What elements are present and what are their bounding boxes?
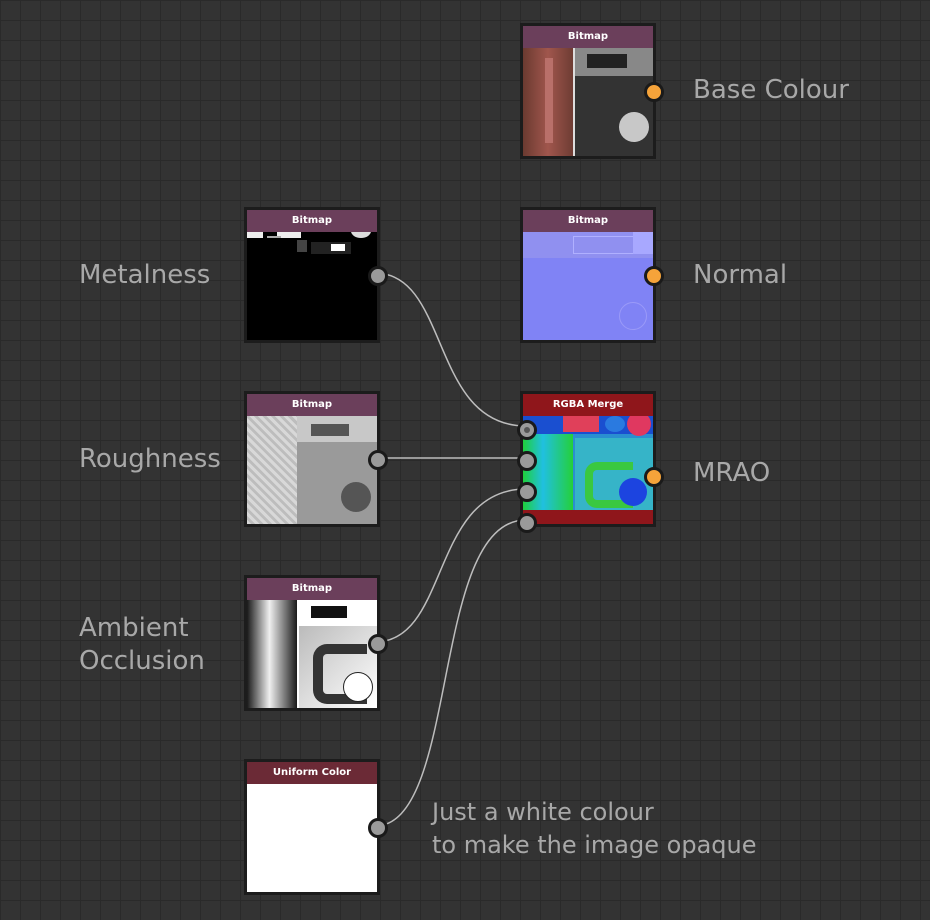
ambient-occlusion-bitmap-node[interactable]: Bitmap bbox=[244, 575, 388, 711]
normal-label: Normal bbox=[693, 260, 788, 290]
metalness-bitmap-node[interactable]: Bitmap bbox=[244, 207, 388, 343]
node-header: Uniform Color bbox=[247, 762, 377, 784]
node-header: Bitmap bbox=[247, 578, 377, 600]
merge-input-red-port[interactable] bbox=[517, 420, 537, 440]
base-colour-thumbnail bbox=[523, 48, 653, 156]
mrao-label: MRAO bbox=[693, 458, 771, 488]
node-header: Bitmap bbox=[523, 210, 653, 232]
merge-input-alpha-port[interactable] bbox=[517, 513, 537, 533]
normal-output-port[interactable] bbox=[644, 266, 664, 286]
wire-ao-to-merge bbox=[374, 488, 527, 643]
ambient-occlusion-output-port[interactable] bbox=[368, 634, 388, 654]
uniform-color-output-port[interactable] bbox=[368, 818, 388, 838]
node-header: Bitmap bbox=[247, 394, 377, 416]
metalness-label: Metalness bbox=[79, 260, 211, 290]
uniform-color-node[interactable]: Uniform Color bbox=[244, 759, 388, 895]
ambient-occlusion-label-line2: Occlusion bbox=[79, 646, 205, 676]
normal-bitmap-node[interactable]: Bitmap bbox=[520, 207, 664, 343]
roughness-bitmap-node[interactable]: Bitmap bbox=[244, 391, 388, 527]
metalness-thumbnail bbox=[247, 232, 377, 340]
note-line2: to make the image opaque bbox=[432, 831, 757, 859]
roughness-label: Roughness bbox=[79, 444, 221, 474]
node-header: RGBA Merge bbox=[523, 394, 653, 416]
node-header: Bitmap bbox=[523, 26, 653, 48]
wire-metalness-to-merge bbox=[374, 272, 527, 427]
merge-input-green-port[interactable] bbox=[517, 451, 537, 471]
merge-output-port[interactable] bbox=[644, 467, 664, 487]
base-colour-bitmap-node[interactable]: Bitmap bbox=[520, 23, 664, 159]
roughness-output-port[interactable] bbox=[368, 450, 388, 470]
base-colour-output-port[interactable] bbox=[644, 82, 664, 102]
mrao-thumbnail bbox=[523, 416, 653, 510]
merge-input-blue-port[interactable] bbox=[517, 482, 537, 502]
ambient-occlusion-thumbnail bbox=[247, 600, 377, 708]
roughness-thumbnail bbox=[247, 416, 377, 524]
note-line1: Just a white colour bbox=[432, 798, 654, 826]
base-colour-label: Base Colour bbox=[693, 75, 849, 105]
ambient-occlusion-label-line1: Ambient bbox=[79, 613, 189, 643]
wire-uniform-to-merge bbox=[374, 519, 527, 827]
uniform-color-swatch bbox=[247, 784, 377, 892]
node-header: Bitmap bbox=[247, 210, 377, 232]
normal-thumbnail bbox=[523, 232, 653, 340]
rgba-merge-node[interactable]: RGBA Merge bbox=[517, 391, 664, 533]
metalness-output-port[interactable] bbox=[368, 266, 388, 286]
merge-footer bbox=[523, 510, 653, 524]
